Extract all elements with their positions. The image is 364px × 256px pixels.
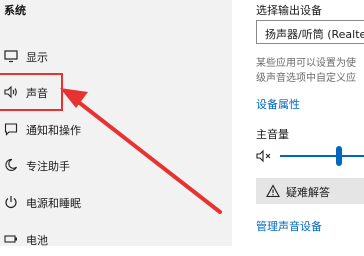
warning-icon — [266, 184, 280, 198]
manage-sound-devices-link[interactable]: 管理声音设备 — [256, 218, 322, 234]
output-device-value: 扬声器/听筒 (Realtek — [265, 28, 364, 41]
output-device-label: 选择输出设备 — [256, 4, 322, 17]
sidebar-item-display[interactable]: 显示 — [0, 39, 232, 73]
sound-settings-panel: 选择输出设备 扬声器/听筒 (Realtek 某些应用可以设置为使 级声音选项中… — [246, 0, 364, 246]
sidebar-item-notifications[interactable]: 通知和操作 — [0, 112, 232, 146]
sidebar-item-battery[interactable]: 电池 — [0, 222, 232, 256]
volume-icon[interactable] — [256, 149, 272, 163]
power-icon — [5, 196, 17, 209]
master-volume-label: 主音量 — [256, 128, 289, 141]
volume-slider-thumb[interactable] — [335, 146, 342, 166]
sidebar-item-label: 显示 — [26, 51, 48, 64]
troubleshoot-label: 疑难解答 — [286, 186, 330, 199]
troubleshoot-button[interactable]: 疑难解答 — [256, 178, 364, 204]
sidebar-item-power-sleep[interactable]: 电源和睡眠 — [0, 185, 232, 219]
sidebar-item-focus-assist[interactable]: 专注助手 — [0, 148, 232, 182]
device-properties-link[interactable]: 设备属性 — [256, 96, 300, 112]
volume-slider-track[interactable] — [280, 155, 364, 157]
description-line-1: 某些应用可以设置为使 — [256, 58, 356, 69]
sidebar-item-label: 电源和睡眠 — [26, 197, 81, 210]
moon-icon — [5, 158, 18, 171]
settings-sidebar: 系统 显示 声音 通知和操作 专注助手 电源和睡眠 电池 — [0, 0, 232, 247]
monitor-icon — [4, 50, 18, 63]
sidebar-item-label: 通知和操作 — [26, 124, 81, 137]
battery-icon — [4, 235, 17, 243]
annotation-highlight-box — [0, 73, 63, 111]
section-title: 系统 — [4, 4, 26, 17]
sidebar-item-label: 专注助手 — [26, 160, 70, 173]
description-line-2: 级声音选项中自定义应 — [256, 73, 356, 84]
notification-icon — [4, 123, 18, 136]
output-device-select[interactable]: 扬声器/听筒 (Realtek — [256, 20, 364, 44]
